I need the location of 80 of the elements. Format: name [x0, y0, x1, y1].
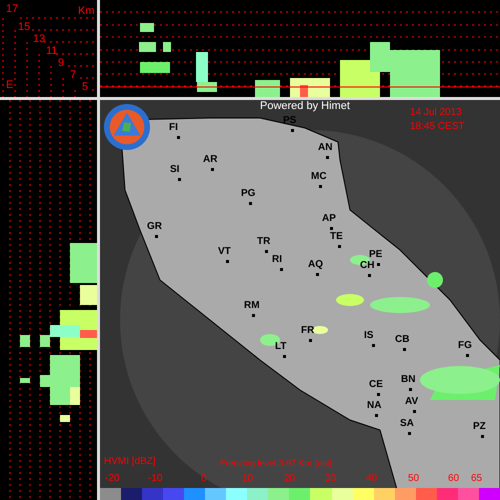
height-label: 5: [82, 82, 88, 93]
credit-text: Powered by Himet: [260, 100, 350, 112]
city-label: FR: [301, 326, 314, 336]
unit-label: Km: [78, 6, 94, 17]
city-label: PZ: [473, 422, 486, 432]
city-label: CH: [360, 261, 374, 271]
scale-tick-label: 50: [408, 474, 420, 484]
city-marker-icon: [249, 202, 252, 205]
city-label: TE: [330, 232, 343, 242]
city-label: FI: [169, 123, 178, 133]
city-label: GR: [147, 222, 162, 232]
city-marker-icon: [226, 260, 229, 263]
city-marker-icon: [330, 227, 333, 230]
city-marker-icon: [309, 339, 312, 342]
scale-tick-label: -10: [148, 474, 162, 484]
city-label: MC: [311, 172, 327, 182]
freezing-level-text: Freezing level 3.97 Km (asl): [220, 459, 332, 468]
city-label: IS: [364, 331, 374, 341]
emblem-icon: [103, 103, 151, 151]
city-label: AR: [203, 155, 218, 165]
city-marker-icon: [291, 129, 294, 132]
city-marker-icon: [466, 354, 469, 357]
time-text: 18:45 CEST: [410, 122, 464, 132]
city-marker-icon: [403, 348, 406, 351]
city-label: NA: [367, 401, 382, 411]
city-label: AP: [322, 214, 336, 224]
height-label: 17: [6, 4, 18, 15]
city-marker-icon: [481, 435, 484, 438]
height-label: 15: [18, 22, 30, 33]
city-marker-icon: [408, 432, 411, 435]
city-marker-icon: [375, 414, 378, 417]
scale-tick-label: -20: [105, 474, 120, 484]
scale-tick-label: 0: [201, 474, 207, 484]
city-marker-icon: [155, 235, 158, 238]
city-marker-icon: [178, 178, 181, 181]
city-label: PE: [369, 250, 382, 260]
height-label: 11: [46, 46, 58, 57]
scale-tick-label: 40: [366, 474, 378, 484]
city-marker-icon: [368, 274, 371, 277]
city-marker-icon: [377, 393, 380, 396]
city-label: PG: [241, 189, 256, 199]
city-label: SI: [170, 165, 180, 175]
city-label: AN: [318, 143, 332, 153]
scale-tick-label: 20: [284, 474, 296, 484]
height-label: 7: [70, 70, 76, 81]
scale-tick-label: 10: [242, 474, 254, 484]
city-label: CB: [395, 335, 410, 345]
city-label: FG: [458, 341, 472, 351]
scale-tick-label: 65: [471, 474, 482, 484]
city-label: AV: [405, 397, 418, 407]
date-text: 14 Jul 2013: [410, 108, 462, 118]
axis-label: E: [6, 80, 14, 91]
city-marker-icon: [326, 156, 329, 159]
city-label: CE: [369, 380, 383, 390]
city-marker-icon: [319, 185, 322, 188]
city-label: LT: [275, 342, 286, 352]
city-label: SA: [400, 419, 414, 429]
city-marker-icon: [211, 168, 214, 171]
city-label: RI: [272, 255, 282, 265]
city-marker-icon: [316, 273, 319, 276]
city-marker-icon: [409, 388, 412, 391]
city-marker-icon: [177, 136, 180, 139]
city-label: VT: [218, 247, 231, 257]
height-label: 9: [58, 58, 64, 69]
city-marker-icon: [338, 245, 341, 248]
city-marker-icon: [372, 344, 375, 347]
city-marker-icon: [252, 314, 255, 317]
height-label: 13: [33, 34, 46, 45]
city-label: AQ: [308, 260, 323, 270]
product-label: HVMI [dBZ]: [104, 457, 156, 467]
city-marker-icon: [280, 268, 283, 271]
scale-tick-label: 30: [325, 474, 336, 484]
city-marker-icon: [413, 410, 416, 413]
city-label: RM: [244, 301, 260, 311]
city-label: TR: [257, 237, 270, 247]
city-marker-icon: [265, 250, 268, 253]
scale-tick-label: 60: [448, 474, 460, 484]
city-marker-icon: [377, 263, 380, 266]
city-label: BN: [401, 375, 416, 385]
city-marker-icon: [283, 355, 286, 358]
